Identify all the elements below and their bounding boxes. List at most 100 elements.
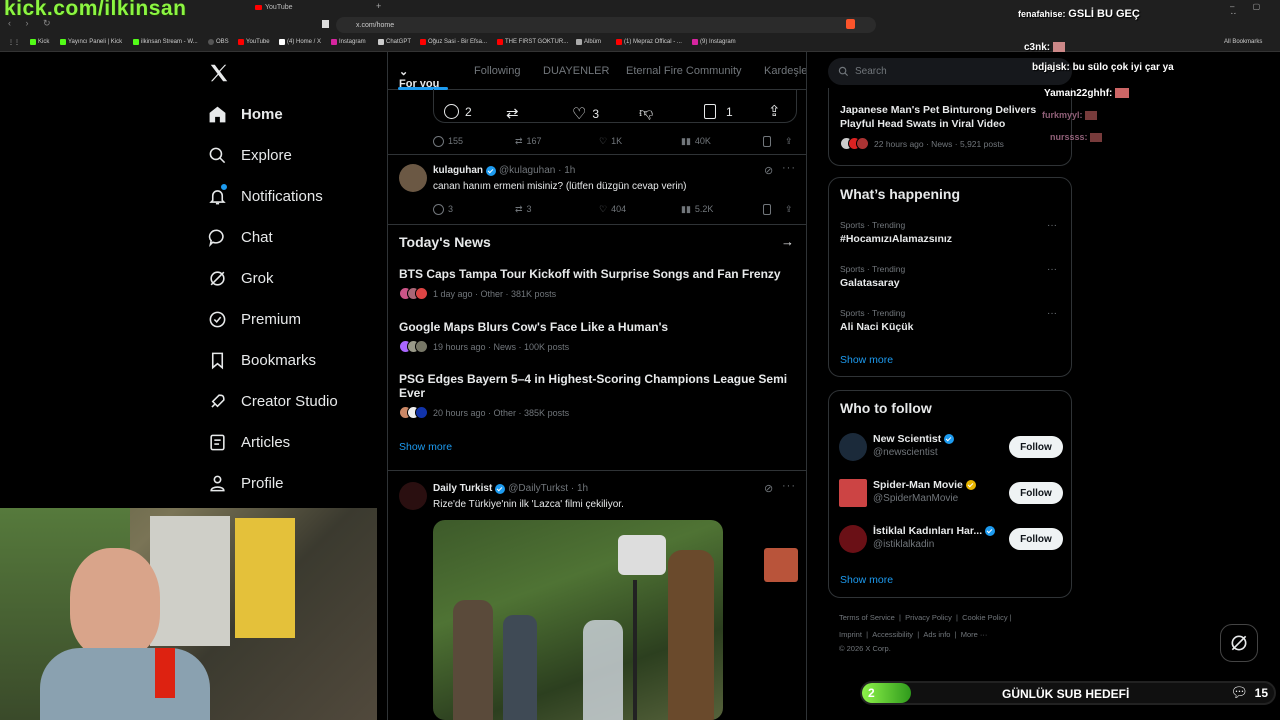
heart-icon: ♡ [572, 106, 587, 123]
quoted-repost-icon[interactable]: ⇄ [506, 104, 519, 122]
news-item-title[interactable]: Google Maps Blurs Cow's Face Like a Huma… [399, 320, 794, 334]
news-card[interactable]: Japanese Man's Pet Binturong Delivers Pl… [828, 88, 1072, 166]
more-icon[interactable]: ··· [782, 480, 796, 492]
share-button[interactable]: ⇪ [785, 136, 793, 147]
footer-link[interactable]: Accessibility [872, 630, 913, 639]
arrow-right-icon[interactable]: → [781, 234, 794, 249]
bookmark-icon[interactable] [322, 20, 329, 28]
nav-articles[interactable]: Articles [208, 428, 290, 456]
reply-button[interactable]: 155 [433, 135, 463, 147]
post-author[interactable]: Daily Turkist @DailyTurkst · 1h [433, 483, 588, 494]
new-tab-plus-icon[interactable]: + [376, 1, 381, 11]
footer-link[interactable]: Privacy Policy [905, 613, 952, 622]
rocket-icon [211, 393, 225, 408]
nav-home[interactable]: Home [208, 100, 283, 128]
trend-item[interactable]: Galatasaray [840, 277, 900, 289]
tab-following[interactable]: Following [474, 65, 520, 77]
all-bookmarks[interactable]: All Bookmarks [1224, 39, 1262, 45]
bookmark-instagram[interactable]: Instagram [331, 39, 366, 45]
bookmark-chatgpt[interactable]: ChatGPT [378, 39, 411, 45]
tab-eternal-fire[interactable]: Eternal Fire Community [626, 65, 742, 77]
tab-kardesler[interactable]: Kardeşle [764, 65, 806, 77]
footer-link[interactable]: Terms of Service [839, 613, 895, 622]
grok-icon[interactable]: ⊘ [764, 482, 774, 495]
trends-show-more-link[interactable]: Show more [840, 354, 893, 366]
views-button[interactable]: ▮▮ 40K [681, 136, 711, 147]
news-item-title[interactable]: PSG Edges Bayern 5–4 in Highest-Scoring … [399, 372, 794, 400]
trend-item[interactable]: Ali Naci Küçük [840, 321, 914, 333]
microphone [155, 648, 175, 698]
brave-shield-icon[interactable] [846, 19, 855, 29]
follow-button[interactable]: Follow [1009, 528, 1063, 550]
account-name: New Scientist [873, 433, 955, 445]
follow-button[interactable]: Follow [1009, 436, 1063, 458]
nav-profile[interactable]: Profile [208, 469, 284, 497]
more-icon[interactable]: ··· [1047, 308, 1057, 319]
bookmark-oguz[interactable]: Oğuz Sasi - Bir Efsa... [420, 39, 487, 45]
avatar[interactable] [399, 482, 427, 510]
repost-button[interactable]: ⇄ 167 [515, 136, 542, 147]
bookmark-youtube[interactable]: YouTube [238, 39, 270, 45]
share-icon[interactable]: ⇪ [768, 102, 781, 120]
like-button[interactable]: ♡ 404 [599, 204, 626, 215]
follow-button[interactable]: Follow [1009, 482, 1063, 504]
footer-link[interactable]: Cookie Policy [962, 613, 1007, 622]
footer-link[interactable]: Ads info [923, 630, 950, 639]
nav-creator-studio[interactable]: Creator Studio [208, 387, 338, 415]
post-author[interactable]: kulaguhan @kulaguhan · 1h [433, 165, 575, 176]
footer-link[interactable]: Imprint [839, 630, 862, 639]
nav-bookmarks[interactable]: Bookmarks [208, 346, 316, 374]
quoted-bookmark-button[interactable]: 1 [704, 104, 733, 119]
quoted-like-button[interactable]: ♡ 3 [572, 104, 599, 124]
bookmark-button[interactable] [763, 135, 771, 147]
bookmark-obs[interactable]: OBS [208, 39, 229, 45]
news-show-more-link[interactable]: Show more [399, 441, 452, 453]
tab-youtube[interactable]: YouTube [255, 1, 293, 13]
trend-item[interactable]: #HocamızıAlamazsınız [840, 233, 952, 245]
bookmark-instagram-2[interactable]: (9) Instagram [692, 39, 736, 45]
bookmark-goktur[interactable]: THE FIRST GOKTUR... [497, 39, 568, 45]
search-icon [838, 66, 849, 77]
bookmark-icon [763, 203, 771, 215]
bookmark-album[interactable]: Albüm [576, 39, 601, 45]
views-icon: ▮▮ [681, 203, 691, 214]
quoted-reply-button[interactable]: 2 [444, 104, 472, 119]
tab-duayenler[interactable]: DUAYENLER [543, 65, 609, 77]
bookmark-x[interactable]: (4) Home / X [279, 39, 321, 45]
like-button[interactable]: ♡ 1K [599, 136, 622, 147]
account-handle: @istiklalkadin [873, 539, 935, 550]
bookmark-button[interactable] [763, 203, 771, 215]
follow-show-more-link[interactable]: Show more [840, 574, 893, 586]
tab-for-you[interactable]: For you ⌄ [399, 65, 439, 90]
nav-chat[interactable]: Chat [208, 223, 273, 251]
nav-grok[interactable]: Grok [208, 264, 274, 292]
more-icon[interactable]: ··· [1047, 220, 1057, 231]
dislike-icon[interactable]: 👎︎ [639, 104, 653, 121]
follow-suggestion[interactable]: İstiklal Kadınları Har... @istiklalkadin… [839, 523, 1063, 559]
follow-suggestion[interactable]: New Scientist @newscientist Follow [839, 431, 1063, 467]
avatar[interactable] [399, 164, 427, 192]
chat-message: nurssss: [1050, 132, 1103, 143]
more-icon[interactable]: ··· [1047, 264, 1057, 275]
more-icon[interactable]: ··· [782, 162, 796, 174]
bookmark-stream[interactable]: ilkinsan Stream - W... [133, 39, 198, 45]
x-logo-icon[interactable] [208, 62, 230, 84]
post-image[interactable] [433, 520, 723, 720]
nav-premium[interactable]: Premium [208, 305, 301, 333]
bookmark-panel[interactable]: Yayıncı Paneli | Kick [60, 39, 122, 45]
views-button[interactable]: ▮▮ 5.2K [681, 204, 713, 215]
repost-button[interactable]: ⇄ 3 [515, 204, 532, 215]
bookmark-mepraz[interactable]: (1) Mepraz Offical - ... [616, 39, 682, 45]
nav-explore[interactable]: Explore [208, 141, 292, 169]
news-item-title[interactable]: BTS Caps Tampa Tour Kickoff with Surpris… [399, 267, 794, 281]
bookmark-kick[interactable]: Kick [30, 39, 49, 45]
apps-icon[interactable]: ⋮⋮ [8, 39, 20, 46]
follow-suggestion[interactable]: Spider-Man Movie @SpiderManMovie Follow [839, 477, 1063, 513]
reply-button[interactable]: 3 [433, 203, 453, 215]
grok-floating-button[interactable] [1220, 624, 1258, 662]
nav-notifications[interactable]: Notifications [208, 182, 323, 210]
footer-link[interactable]: More ··· [961, 630, 988, 639]
grok-icon[interactable]: ⊘ [764, 164, 774, 177]
url-input[interactable]: x.com/home [336, 17, 876, 33]
share-button[interactable]: ⇪ [785, 204, 793, 215]
